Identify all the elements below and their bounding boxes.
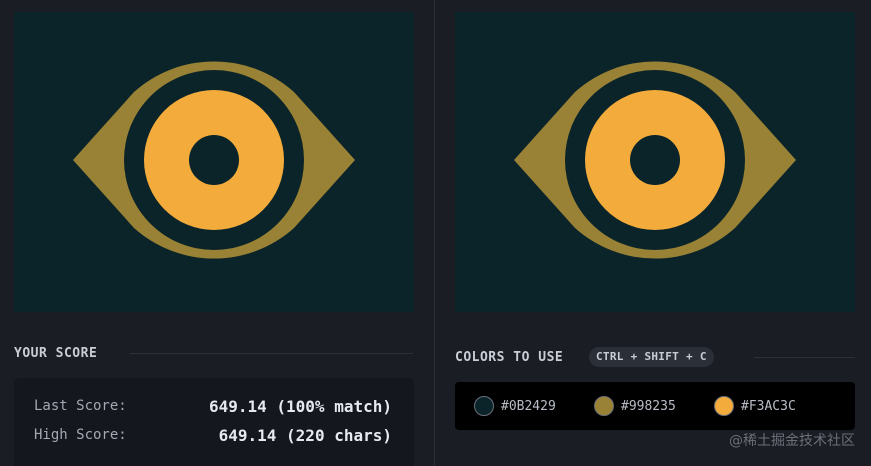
colors-panel: #0B2429 #998235 #F3AC3C xyxy=(455,382,855,430)
color-dot-icon xyxy=(594,396,614,416)
color-dot-icon xyxy=(474,396,494,416)
copy-colors-shortcut: CTRL + SHIFT + C xyxy=(589,347,714,367)
color-dot-icon xyxy=(714,396,734,416)
target-canvas xyxy=(455,12,855,312)
color-swatch-2[interactable]: #998235 xyxy=(594,396,676,416)
pupil xyxy=(189,135,239,185)
output-canvas[interactable] xyxy=(14,12,414,312)
score-panel: Last Score: 649.14 (100% match) High Sco… xyxy=(14,378,414,466)
watermark: @稀土掘金技术社区 xyxy=(729,433,855,449)
high-score-value: 649.14 (220 chars) xyxy=(218,426,392,445)
eye-illustration-output xyxy=(73,61,355,259)
color-hex-label: #F3AC3C xyxy=(741,398,796,414)
color-hex-label: #0B2429 xyxy=(501,398,556,414)
color-swatch-3[interactable]: #F3AC3C xyxy=(714,396,796,416)
color-swatch-1[interactable]: #0B2429 xyxy=(474,396,556,416)
score-title: YOUR SCORE xyxy=(14,346,98,361)
last-score-value: 649.14 (100% match) xyxy=(208,397,392,416)
colors-title: COLORS TO USE xyxy=(455,350,564,365)
last-score-label: Last Score: xyxy=(34,398,127,414)
score-title-rule xyxy=(130,353,413,354)
high-score-label: High Score: xyxy=(34,427,127,443)
panel-divider xyxy=(434,0,435,466)
colors-title-rule xyxy=(754,357,855,358)
color-hex-label: #998235 xyxy=(621,398,676,414)
eye-illustration-target xyxy=(514,61,796,259)
pupil xyxy=(630,135,680,185)
